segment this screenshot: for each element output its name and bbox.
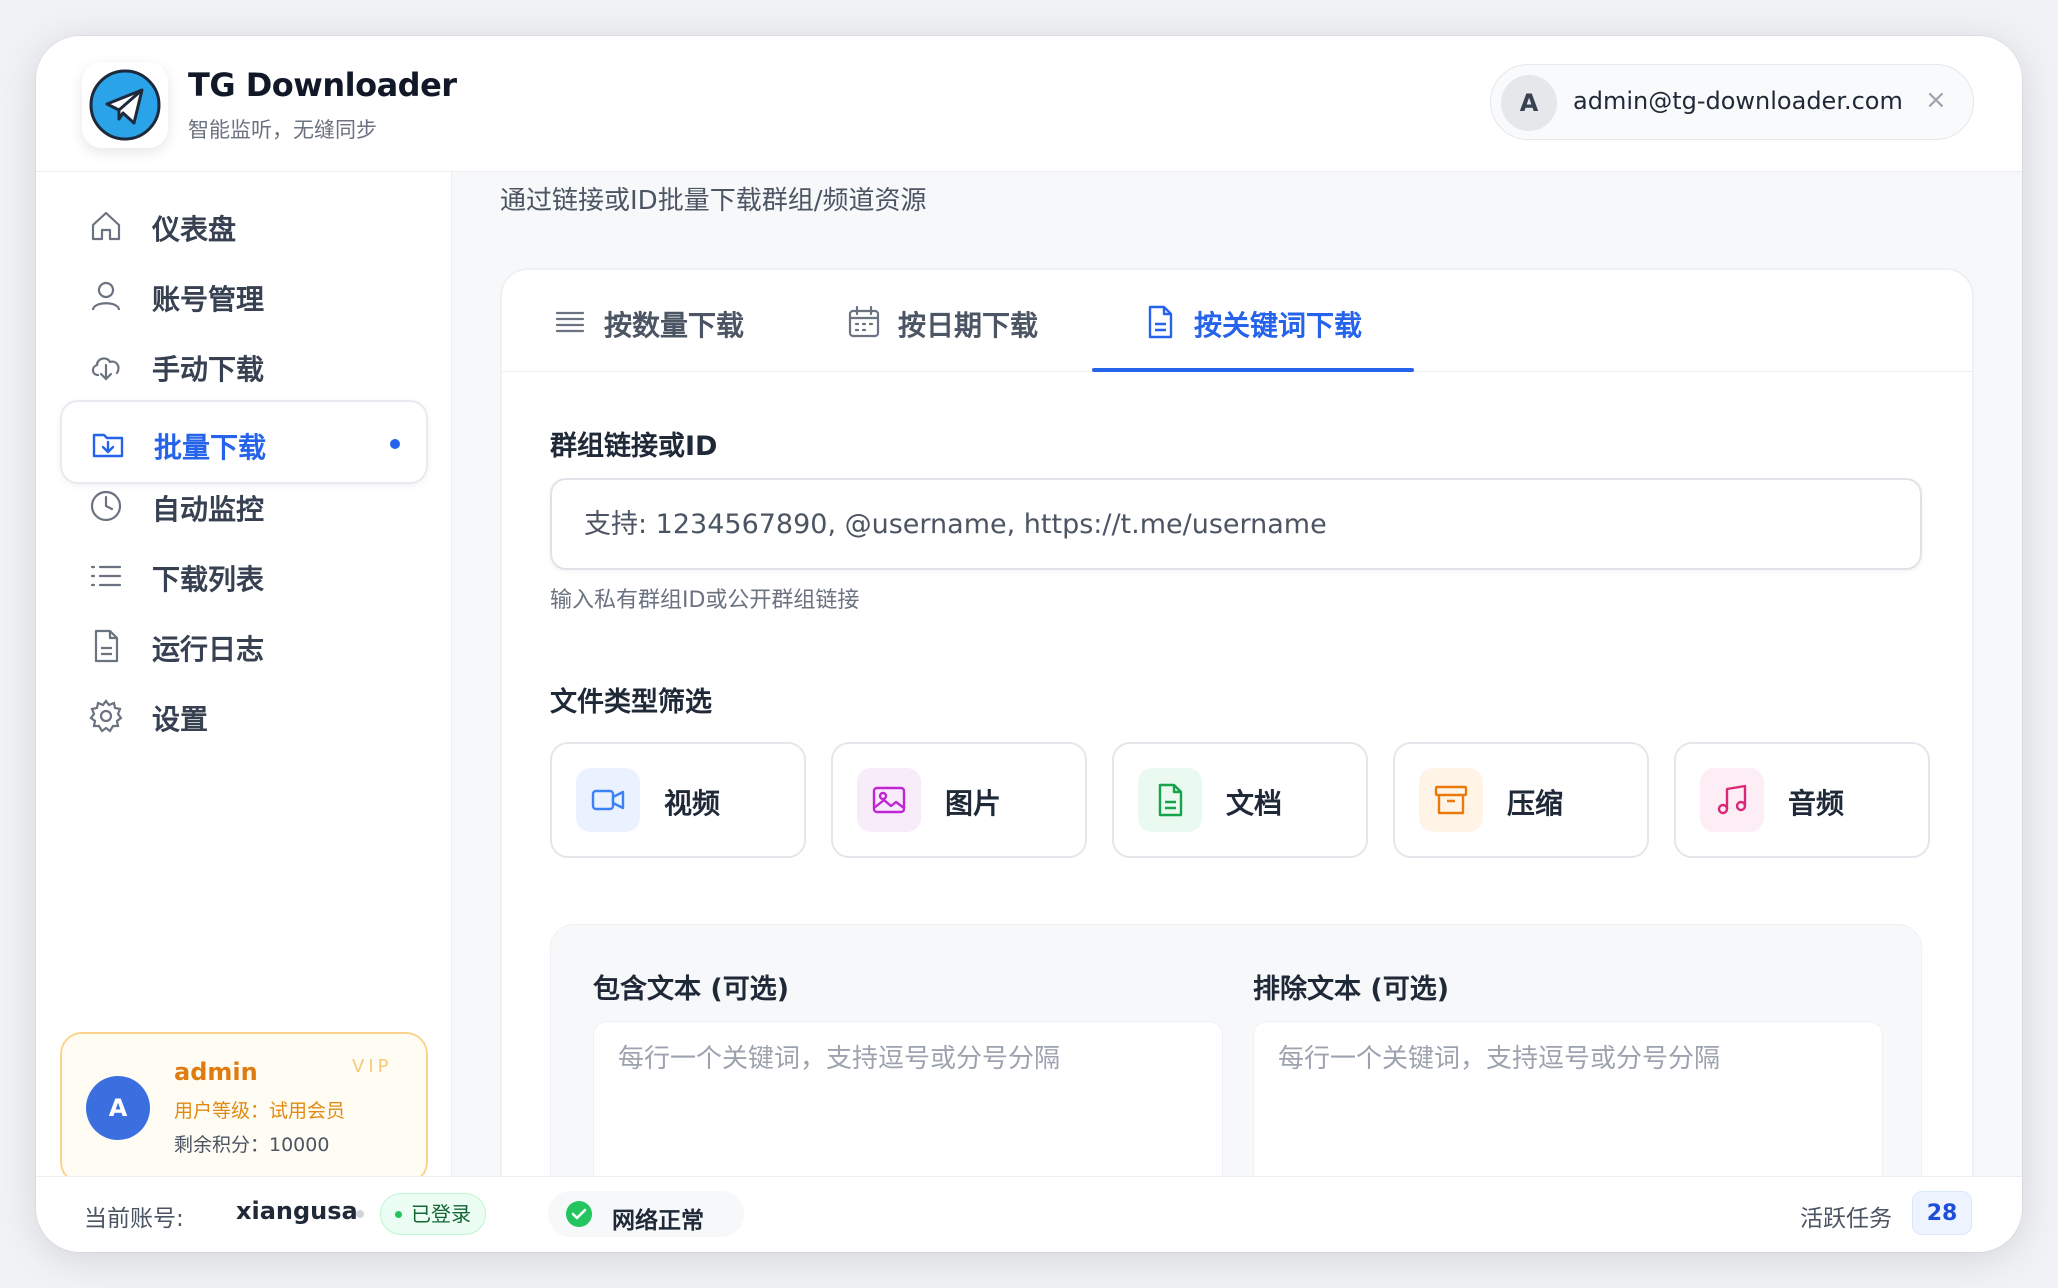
exclude-text-label: 排除文本 (可选) <box>1253 974 1450 1005</box>
user-icon <box>91 281 121 311</box>
list-lines-icon <box>555 311 585 333</box>
app-window: TG Downloader 智能监听，无缝同步 A admin@tg-downl… <box>36 36 2022 1252</box>
list-icon <box>90 565 122 587</box>
tab-by-count[interactable]: 按数量下载 <box>552 270 772 372</box>
sidebar-item-label: 设置 <box>152 703 209 736</box>
sidebar-item-label: 批量下载 <box>154 431 267 464</box>
download-mode-tabs: 按数量下载 按日期下载 按关键词下载 <box>502 270 1972 372</box>
folder-download-icon <box>92 433 124 458</box>
gear-icon <box>89 699 123 733</box>
active-tasks-label: 活跃任务 <box>1800 1206 1892 1232</box>
app-title: TG Downloader <box>188 66 457 104</box>
video-icon <box>576 768 640 832</box>
status-bar: 当前账号: xiangusa 已登录 网络正常 活跃任务 28 <box>36 1176 2022 1252</box>
vip-user-name: admin <box>174 1058 258 1086</box>
music-icon <box>1700 768 1764 832</box>
file-type-video[interactable]: 视频 <box>550 742 806 858</box>
exclude-text-input[interactable] <box>1253 1021 1883 1176</box>
group-field-label: 群组链接或ID <box>550 431 718 462</box>
sidebar: 仪表盘 账号管理 手动下载 批量下载 自动监控 下载列表 运行日志 设置 A a… <box>36 172 452 1184</box>
active-indicator <box>390 439 400 449</box>
cloud-download-icon <box>91 357 120 381</box>
separator-dot <box>356 1210 364 1218</box>
sidebar-item-manual-download[interactable]: 手动下载 <box>60 324 428 408</box>
network-status: 网络正常 <box>548 1191 744 1237</box>
file-type-label: 压缩 <box>1507 787 1564 820</box>
current-account-name: xiangusa <box>236 1197 358 1225</box>
keyword-filter-panel: 包含文本 (可选) 排除文本 (可选) <box>550 924 1922 1176</box>
calendar-icon <box>848 305 880 338</box>
check-circle-icon <box>566 1201 592 1227</box>
avatar: A <box>86 1076 150 1140</box>
include-text-label: 包含文本 (可选) <box>593 974 790 1005</box>
vip-badge: VIP <box>352 1056 393 1077</box>
document-icon <box>1148 305 1173 339</box>
document-icon <box>1138 768 1202 832</box>
file-type-label: 文档 <box>1226 787 1283 820</box>
current-account-label: 当前账号: <box>84 1206 184 1232</box>
file-type-label: 图片 <box>945 787 1002 820</box>
page-description: 通过链接或ID批量下载群组/频道资源 <box>500 186 927 216</box>
main-content: 通过链接或ID批量下载群组/频道资源 按数量下载 按日期下载 按关键词下载 群组… <box>452 172 2022 1176</box>
active-tab-underline <box>1092 368 1414 372</box>
file-filter-label: 文件类型筛选 <box>550 687 712 718</box>
image-icon <box>857 768 921 832</box>
sidebar-item-label: 仪表盘 <box>152 213 237 246</box>
home-icon <box>91 211 121 241</box>
clock-icon <box>90 490 122 522</box>
tab-label: 按日期下载 <box>898 309 1039 342</box>
include-text-input[interactable] <box>593 1021 1223 1176</box>
sidebar-item-label: 自动监控 <box>152 493 265 526</box>
file-type-archive[interactable]: 压缩 <box>1393 742 1649 858</box>
tab-label: 按关键词下载 <box>1194 309 1363 342</box>
file-type-image[interactable]: 图片 <box>831 742 1087 858</box>
file-type-label: 视频 <box>664 787 721 820</box>
group-link-input[interactable] <box>550 478 1922 570</box>
tab-by-keyword[interactable]: 按关键词下载 <box>1142 270 1402 372</box>
login-status-badge: 已登录 <box>380 1193 486 1235</box>
user-avatar: A <box>1501 75 1557 131</box>
group-field-hint: 输入私有群组ID或公开群组链接 <box>550 588 860 613</box>
vip-user-card[interactable]: A admin VIP 用户等级：试用会员 剩余积分：10000 <box>60 1032 428 1184</box>
active-tasks-count[interactable]: 28 <box>1912 1191 1972 1235</box>
archive-icon <box>1419 768 1483 832</box>
user-menu[interactable]: A admin@tg-downloader.com × <box>1490 64 1974 140</box>
network-status-label: 网络正常 <box>612 1208 704 1234</box>
tab-label: 按数量下载 <box>604 309 745 342</box>
user-points: 剩余积分：10000 <box>174 1134 330 1156</box>
sidebar-item-label: 账号管理 <box>152 283 265 316</box>
batch-download-card: 按数量下载 按日期下载 按关键词下载 群组链接或ID 输入私有群组ID或公开群组… <box>500 268 1974 1176</box>
file-type-audio[interactable]: 音频 <box>1674 742 1930 858</box>
sidebar-item-label: 下载列表 <box>152 563 265 596</box>
file-type-document[interactable]: 文档 <box>1112 742 1368 858</box>
user-email: admin@tg-downloader.com <box>1573 87 1903 115</box>
app-subtitle: 智能监听，无缝同步 <box>188 118 377 142</box>
telegram-icon <box>89 69 161 141</box>
sidebar-item-label: 手动下载 <box>152 353 265 386</box>
user-level: 用户等级：试用会员 <box>174 1100 346 1122</box>
app-logo <box>82 62 168 148</box>
file-type-label: 音频 <box>1788 787 1845 820</box>
sidebar-item-label: 运行日志 <box>152 633 265 666</box>
app-header: TG Downloader 智能监听，无缝同步 A admin@tg-downl… <box>36 36 2022 172</box>
sidebar-item-settings[interactable]: 设置 <box>60 674 428 758</box>
file-text-icon <box>94 629 119 663</box>
close-icon[interactable]: × <box>1925 85 1947 115</box>
tab-by-date[interactable]: 按日期下载 <box>846 270 1066 372</box>
